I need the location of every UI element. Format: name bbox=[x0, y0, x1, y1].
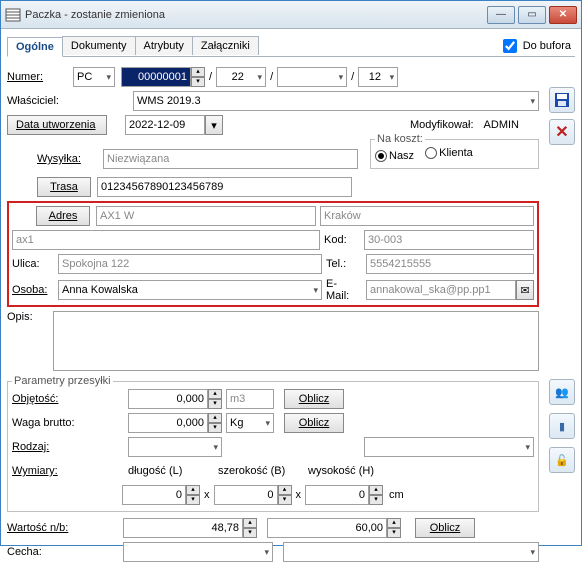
chevron-down-icon: ▾ bbox=[211, 119, 217, 132]
bookmark-button[interactable]: ▮ bbox=[549, 413, 575, 439]
users-icon: 👥 bbox=[555, 386, 569, 399]
trasa-button[interactable]: Trasa bbox=[37, 177, 91, 197]
app-icon bbox=[5, 7, 21, 23]
floppy-icon bbox=[554, 92, 570, 108]
wartosc-v1[interactable] bbox=[123, 518, 243, 538]
adres-code bbox=[96, 206, 316, 226]
modyfikowal-value: ADMIN bbox=[484, 119, 519, 131]
tab-ogolne[interactable]: Ogólne bbox=[7, 37, 63, 57]
data-utworzenia-input[interactable] bbox=[125, 115, 205, 135]
cecha-combo1[interactable]: ▾ bbox=[123, 542, 273, 562]
adres-city bbox=[320, 206, 534, 226]
unlock-button[interactable]: 🔓 bbox=[549, 447, 575, 473]
waga-input[interactable] bbox=[128, 413, 208, 433]
do-bufora-input[interactable] bbox=[503, 39, 517, 53]
dlugosc-input[interactable] bbox=[122, 485, 186, 505]
numer-p3[interactable]: ▾ bbox=[277, 67, 347, 87]
wartosc-v2[interactable] bbox=[267, 518, 387, 538]
opis-textarea[interactable] bbox=[53, 311, 539, 371]
opis-label: Opis: bbox=[7, 311, 47, 323]
data-utworzenia-button[interactable]: Data utworzenia bbox=[7, 115, 107, 135]
tab-dokumenty[interactable]: Dokumenty bbox=[62, 36, 136, 55]
cecha-combo2[interactable]: ▾ bbox=[283, 542, 539, 562]
envelope-icon: ✉ bbox=[520, 284, 529, 297]
ulica-label: Ulica: bbox=[12, 258, 52, 270]
na-koszt-group: Na koszt: Nasz Klienta bbox=[370, 133, 539, 169]
osoba-combo[interactable]: Anna Kowalska▾ bbox=[58, 280, 322, 300]
address-section: Adres Kod: Ulica: Tel.: bbox=[7, 201, 539, 307]
objetosc-label: Objętość: bbox=[12, 393, 82, 405]
rodzaj-combo1[interactable]: ▾ bbox=[128, 437, 222, 457]
adres-line2 bbox=[12, 230, 320, 250]
tab-atrybuty[interactable]: Atrybuty bbox=[135, 36, 193, 55]
waga-unit-combo[interactable]: Kg▾ bbox=[226, 413, 274, 433]
tel-input bbox=[366, 254, 534, 274]
numer-up[interactable]: ▴ bbox=[191, 67, 205, 77]
objetosc-input[interactable] bbox=[128, 389, 208, 409]
oblicz-waga-button[interactable]: Oblicz bbox=[284, 413, 344, 433]
bookmark-icon: ▮ bbox=[559, 420, 565, 433]
oblicz-wartosc-button[interactable]: Oblicz bbox=[415, 518, 475, 538]
modyfikowal-label: Modyfikował: bbox=[410, 119, 474, 131]
numer-prefix[interactable]: PC▾ bbox=[73, 67, 115, 87]
maximize-button[interactable]: ▭ bbox=[518, 6, 546, 24]
rodzaj-label: Rodzaj: bbox=[12, 441, 82, 453]
rodzaj-combo2[interactable]: ▾ bbox=[364, 437, 534, 457]
trasa-input[interactable] bbox=[97, 177, 352, 197]
oblicz-obj-button[interactable]: Oblicz bbox=[284, 389, 344, 409]
parametry-group: Parametry przesyłki Objętość: ▴▾ Oblicz … bbox=[7, 375, 539, 512]
wymiary-label: Wymiary: bbox=[12, 465, 82, 477]
email-input bbox=[366, 280, 516, 300]
window-title: Paczka - zostanie zmieniona bbox=[25, 9, 487, 21]
calendar-button[interactable]: ▾ bbox=[205, 115, 223, 135]
numer-label: Numer: bbox=[7, 71, 67, 83]
save-button[interactable] bbox=[549, 87, 575, 113]
numer-down[interactable]: ▾ bbox=[191, 77, 205, 87]
kod-label: Kod: bbox=[324, 234, 358, 246]
wlasciciel-combo[interactable]: WMS 2019.3▾ bbox=[133, 91, 539, 111]
dlugosc-label: długość (L) bbox=[128, 465, 218, 477]
email-button[interactable]: ✉ bbox=[516, 280, 534, 300]
minimize-button[interactable]: — bbox=[487, 6, 515, 24]
wysokosc-input[interactable] bbox=[305, 485, 369, 505]
radio-nasz[interactable]: Nasz bbox=[375, 150, 414, 162]
kod-input bbox=[364, 230, 534, 250]
email-label: E-Mail: bbox=[326, 278, 360, 302]
wysokosc-label: wysokość (H) bbox=[308, 465, 398, 477]
wlasciciel-label: Właściciel: bbox=[7, 95, 67, 107]
waga-label: Waga brutto: bbox=[12, 417, 82, 429]
objetosc-unit bbox=[226, 389, 274, 409]
szerokosc-input[interactable] bbox=[214, 485, 278, 505]
adres-button[interactable]: Adres bbox=[36, 206, 90, 226]
do-bufora-checkbox[interactable]: Do bufora bbox=[499, 36, 571, 56]
szerokosc-label: szerokość (B) bbox=[218, 465, 308, 477]
wysylka-input bbox=[103, 149, 358, 169]
radio-klienta[interactable]: Klienta bbox=[425, 147, 473, 159]
numer-p2[interactable]: 22▾ bbox=[216, 67, 266, 87]
tab-zalaczniki[interactable]: Załączniki bbox=[192, 36, 259, 55]
numer-main[interactable] bbox=[121, 67, 191, 87]
close-button[interactable]: ✕ bbox=[549, 6, 577, 24]
cecha-label: Cecha: bbox=[7, 546, 77, 558]
osoba-label: Osoba: bbox=[12, 284, 52, 296]
wartosc-label: Wartość n/b: bbox=[7, 522, 77, 534]
tel-label: Tel.: bbox=[326, 258, 360, 270]
wysylka-label: Wysyłka: bbox=[37, 153, 97, 165]
cm-label: cm bbox=[389, 489, 404, 501]
ulica-input bbox=[58, 254, 322, 274]
numer-p4[interactable]: 12▾ bbox=[358, 67, 398, 87]
delete-button[interactable]: ✕ bbox=[549, 119, 575, 145]
lock-open-icon: 🔓 bbox=[555, 454, 569, 467]
users-button[interactable]: 👥 bbox=[549, 379, 575, 405]
